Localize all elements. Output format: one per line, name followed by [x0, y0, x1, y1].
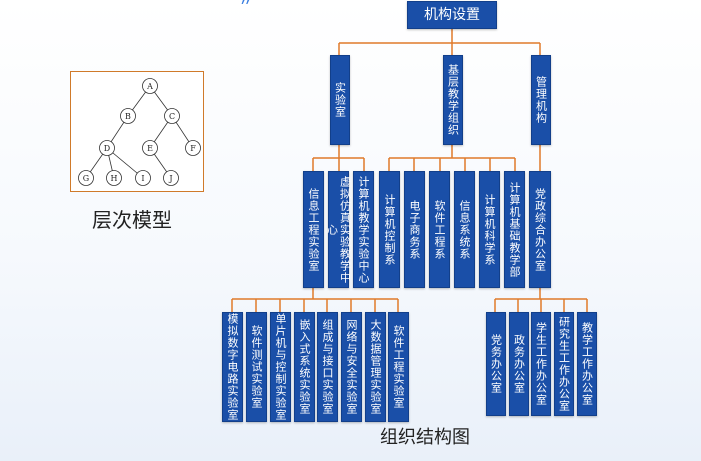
teaching-node: 信息系统系: [454, 171, 475, 288]
info-lab-label: 软件测试实验室: [250, 325, 263, 409]
level1-node-admin: 管理机构: [531, 55, 551, 145]
tree-node-label: F: [190, 144, 196, 153]
info-lab-node: 嵌入式系统实验室: [294, 312, 315, 422]
root-node: 机构设置: [407, 1, 497, 29]
tree-node-label: B: [125, 112, 131, 121]
office-node: 学生工作办公室: [531, 312, 551, 416]
level1-node-teaching: 基层教学组织: [443, 55, 463, 145]
teaching-node: 计算机控制系: [379, 171, 400, 288]
info-lab-label: 软件工程实验室: [392, 325, 405, 409]
office-label: 教学工作办公室: [580, 322, 594, 406]
tree-node-label: A: [146, 82, 153, 91]
admin-node: 党政综合办公室: [529, 171, 551, 288]
office-node: 党务办公室: [486, 312, 506, 416]
lab-label: 虚拟仿真实验教学中心: [325, 175, 352, 284]
lab-node: 虚拟仿真实验教学中心: [325, 171, 352, 288]
teaching-label: 信息系统系: [458, 199, 471, 260]
info-lab-label: 单片机与控制实验室: [274, 313, 287, 421]
office-node: 教学工作办公室: [577, 312, 597, 416]
lab-label: 信息工程实验室: [307, 187, 320, 272]
office-label: 政务办公室: [512, 334, 526, 394]
level1-label: 基层教学组织: [446, 64, 460, 136]
info-lab-node: 模拟数字电路实验室: [222, 312, 243, 422]
level1-label: 实验室: [333, 82, 347, 118]
info-lab-node: 单片机与控制实验室: [270, 312, 291, 422]
teaching-node: 软件工程系: [429, 171, 450, 288]
lab-label: 计算机教学实验中心: [357, 175, 370, 284]
teaching-node: 电子商务系: [404, 171, 425, 288]
info-lab-label: 大数据管理实验室: [369, 319, 382, 415]
root-label: 机构设置: [424, 6, 480, 23]
teaching-label: 计算机控制系: [383, 193, 396, 266]
teaching-label: 计算机科学系: [483, 193, 496, 266]
teaching-label: 软件工程系: [433, 199, 446, 260]
teaching-node: 计算机科学系: [479, 171, 500, 288]
level1-label: 管理机构: [534, 76, 548, 124]
tree-node-label: C: [169, 112, 175, 121]
lab-node: 计算机教学实验中心: [353, 171, 374, 288]
teaching-label: 计算机基础教学部: [508, 181, 521, 278]
tree-node-label: D: [104, 144, 110, 153]
teaching-label: 电子商务系: [408, 199, 421, 260]
tree-model-illustration: A B C D E F G H I J: [70, 71, 204, 192]
info-lab-label: 网络与安全实验室: [345, 319, 358, 415]
office-label: 研究生工作办公室: [557, 316, 571, 412]
tree-node-label: I: [141, 174, 144, 183]
info-lab-node: 大数据管理实验室: [365, 312, 386, 422]
office-label: 学生工作办公室: [534, 322, 548, 406]
tree-node-label: E: [147, 144, 153, 153]
office-node: 研究生工作办公室: [554, 312, 574, 416]
admin-label: 党政综合办公室: [533, 187, 547, 272]
info-lab-label: 组成与接口实验室: [321, 319, 334, 415]
footer-caption: 组织结构图: [380, 427, 470, 448]
tree-model-caption: 层次模型: [92, 208, 172, 232]
tree-node-label: G: [83, 174, 89, 183]
info-lab-label: 模拟数字电路实验室: [226, 313, 239, 421]
info-lab-node: 软件工程实验室: [388, 312, 409, 422]
lab-node: 信息工程实验室: [303, 171, 324, 288]
tree-node-label: H: [111, 174, 118, 183]
info-lab-node: 网络与安全实验室: [341, 312, 362, 422]
teaching-node: 计算机基础教学部: [504, 171, 525, 288]
info-lab-label: 嵌入式系统实验室: [298, 319, 311, 415]
level1-node-lab: 实验室: [330, 55, 350, 145]
office-label: 党务办公室: [489, 334, 503, 394]
office-node: 政务办公室: [509, 312, 529, 416]
info-lab-node: 组成与接口实验室: [317, 312, 338, 422]
tree-diagram: A B C D E F G H I J: [78, 78, 201, 186]
info-lab-node: 软件测试实验室: [246, 312, 267, 422]
tree-node-label: J: [168, 174, 172, 183]
